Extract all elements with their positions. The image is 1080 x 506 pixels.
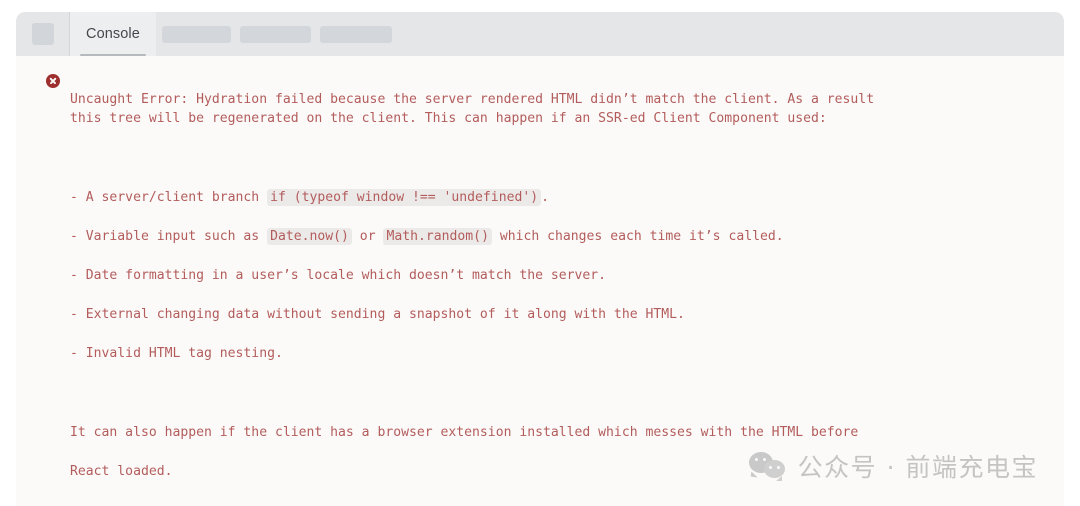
error-line-1: Uncaught Error: Hydration failed because… [70,91,875,107]
bullet-2-mid: or [351,228,384,244]
tabbar-left-slot[interactable] [16,12,70,56]
tab-console[interactable]: Console [70,12,156,56]
tab-console-label: Console [86,26,140,42]
console-body: Uncaught Error: Hydration failed because… [16,56,1064,506]
watermark: 公众号 · 前端充电宝 [748,448,1038,484]
bullet-2: - Variable input such as Date.now() or M… [70,227,874,247]
tab-placeholder-1[interactable] [161,25,231,43]
watermark-text: 公众号 · 前端充电宝 [797,453,1038,482]
error-line-2: this tree will be regenerated on the cli… [70,111,827,127]
bullet-1-prefix: - A server/client branch [70,189,268,205]
bullet-2-code-2: Math.random() [383,227,492,245]
spacer-3 [70,501,874,506]
bullet-2-prefix: - Variable input such as [70,228,268,244]
paragraph-line-1: It can also happen if the client has a b… [70,424,859,440]
devtools-tabbar: Console [16,12,1064,56]
tab-list: Console [70,12,1064,56]
error-message: Uncaught Error: Hydration failed because… [70,70,874,506]
error-circle-icon [46,74,60,88]
square-placeholder-icon[interactable] [31,23,54,45]
bullet-2-suffix: which changes each time it’s called. [491,228,784,244]
bullet-4: - External changing data without sending… [70,307,685,323]
bullet-3: - Date formatting in a user’s locale whi… [70,267,607,283]
screenshot-root: Console Uncaught Error: Hydration failed… [0,0,1080,506]
console-error-entry[interactable]: Uncaught Error: Hydration failed because… [34,70,1046,506]
wechat-icon-bubble-small [763,460,785,481]
spacer-2 [70,384,874,404]
tab-placeholder-3[interactable] [319,25,392,43]
devtools-panel: Console Uncaught Error: Hydration failed… [16,12,1064,506]
bullet-1-code: if (typeof window !== 'undefined') [267,188,542,206]
wechat-icon [748,451,787,481]
bullet-5: - Invalid HTML tag nesting. [70,346,283,362]
spacer-1 [70,148,874,168]
tab-placeholder-2[interactable] [239,25,311,43]
bullet-2-code-1: Date.now() [267,227,352,245]
bullet-1-suffix: . [541,189,549,205]
bullet-1: - A server/client branch if (typeof wind… [70,188,874,208]
